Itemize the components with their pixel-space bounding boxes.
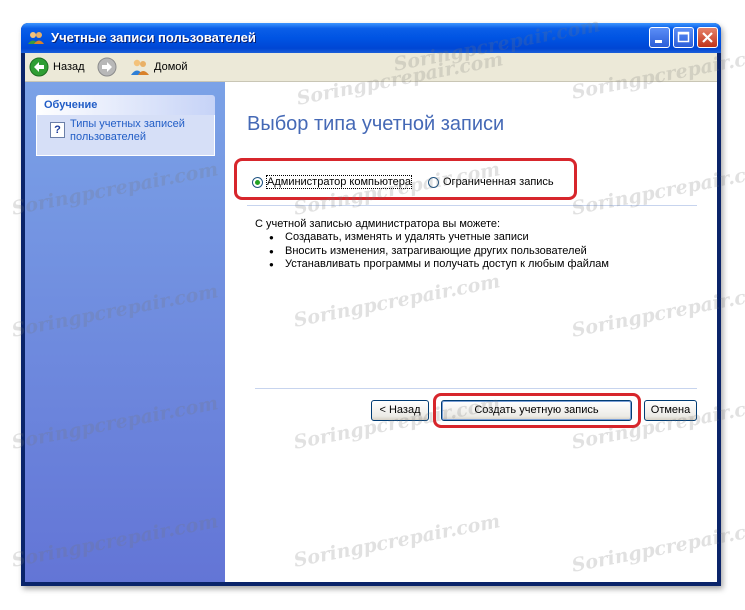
back-nav-label: Назад — [53, 61, 85, 73]
close-icon — [702, 32, 713, 43]
user-accounts-window: Учетные записи пользователей Назад Домой… — [21, 23, 721, 586]
back-nav-button[interactable]: Назад — [29, 57, 85, 77]
cancel-button[interactable]: Отмена — [644, 400, 697, 421]
limited-radio-option[interactable]: Ограниченная запись — [428, 174, 554, 190]
minimize-button[interactable] — [649, 27, 670, 48]
create-account-button[interactable]: Создать учетную запись — [441, 400, 632, 421]
divider-top — [247, 205, 697, 206]
learn-about-panel: Обучение ? Типы учетных записей пользова… — [36, 95, 215, 156]
page-title: Выбор типа учетной записи — [247, 113, 505, 135]
list-item: Устанавливать программы и получать досту… — [269, 258, 609, 272]
capability-list: Создавать, изменять и удалять учетные за… — [269, 231, 609, 272]
limited-radio[interactable] — [428, 176, 439, 188]
maximize-icon — [677, 31, 690, 43]
description-text: С учетной записью администратора вы може… — [255, 218, 501, 230]
forward-nav-button[interactable] — [97, 57, 117, 77]
main-content: Выбор типа учетной записи Администратор … — [225, 82, 717, 582]
list-item: Создавать, изменять и удалять учетные за… — [269, 231, 609, 245]
minimize-icon — [655, 40, 662, 43]
back-arrow-icon — [29, 57, 49, 77]
users-icon — [28, 32, 44, 44]
maximize-button[interactable] — [673, 27, 694, 48]
admin-radio-label[interactable]: Администратор компьютера — [266, 175, 412, 189]
home-users-icon — [131, 59, 149, 75]
client-area: Обучение ? Типы учетных записей пользова… — [25, 82, 717, 582]
title-bar[interactable]: Учетные записи пользователей — [21, 23, 721, 53]
home-label: Домой — [154, 61, 188, 73]
home-button[interactable]: Домой — [130, 57, 188, 77]
admin-radio-option[interactable]: Администратор компьютера — [252, 174, 412, 190]
back-button[interactable]: < Назад — [371, 400, 429, 421]
limited-radio-label[interactable]: Ограниченная запись — [443, 176, 554, 188]
panel-body: ? Типы учетных записей пользователей — [36, 115, 215, 156]
task-pane: Обучение ? Типы учетных записей пользова… — [25, 82, 225, 582]
list-item: Вносить изменения, затрагивающие других … — [269, 245, 609, 259]
toolbar: Назад Домой — [25, 53, 717, 82]
forward-arrow-icon — [97, 57, 117, 77]
admin-radio[interactable] — [252, 176, 263, 188]
account-types-link[interactable]: Типы учетных записей пользователей — [70, 118, 210, 144]
divider-bottom — [255, 388, 697, 389]
window-title: Учетные записи пользователей — [51, 30, 256, 45]
help-icon: ? — [50, 122, 65, 138]
close-button[interactable] — [697, 27, 718, 48]
panel-header: Обучение — [36, 95, 215, 115]
